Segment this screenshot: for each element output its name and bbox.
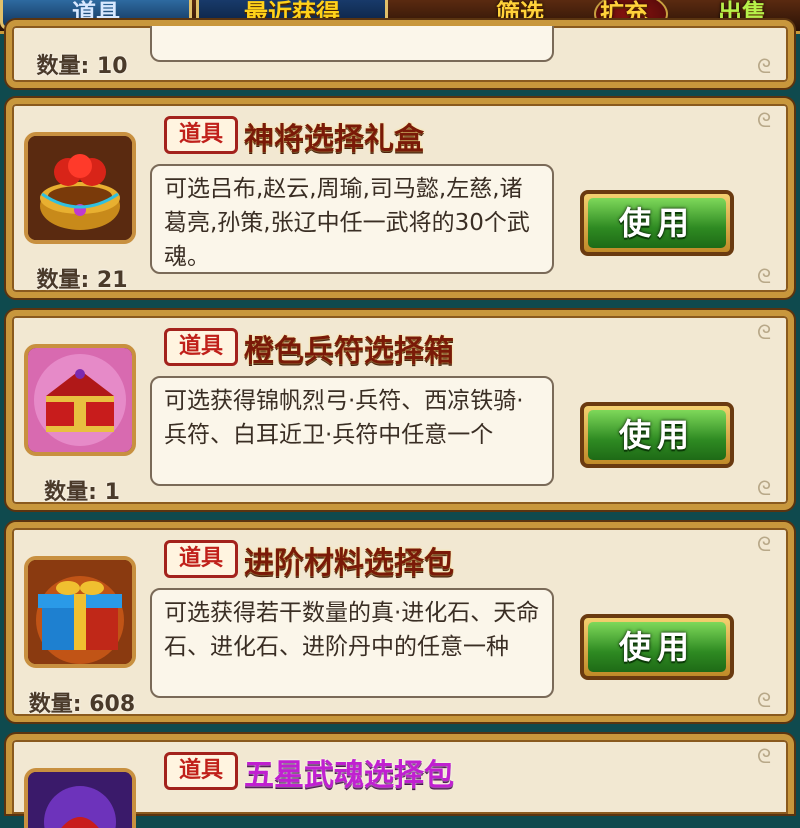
use-button[interactable]: 使用 — [580, 402, 734, 468]
red-treasure-chest-icon — [28, 348, 132, 452]
item-qty: 数量: 608 — [28, 692, 136, 717]
item-name: 橙色兵符选择箱 — [244, 334, 454, 369]
item-tag: 道具 — [164, 540, 238, 578]
item-name: 神将选择礼盒 — [244, 122, 424, 157]
item-description: 可选获得若干数量的真·进化石、天命石、进化石、进阶丹中的任意一种 — [150, 588, 554, 698]
corner-swirl-icon: ᘓ — [756, 264, 772, 288]
item-card: 数量: 608 道具 进阶材料选择包 可选获得若干数量的真·进化石、天命石、进化… — [6, 522, 794, 722]
purple-soul-pack-icon — [28, 772, 132, 828]
item-icon-frame[interactable] — [24, 132, 136, 244]
item-icon-frame[interactable] — [24, 768, 136, 828]
red-gold-gift-chest-icon — [28, 136, 132, 240]
item-tag: 道具 — [164, 116, 238, 154]
corner-swirl-icon: ᘓ — [756, 532, 772, 556]
corner-swirl-icon: ᘓ — [756, 320, 772, 344]
corner-swirl-icon: ᘓ — [756, 476, 772, 500]
item-qty: 数量: 21 — [36, 268, 128, 293]
item-name: 进阶材料选择包 — [244, 546, 454, 581]
item-description: 可选获得锦帆烈弓·兵符、西凉铁骑·兵符、白耳近卫·兵符中任意一个 — [150, 376, 554, 486]
item-card-partial: 数量: 10 ᘓ — [6, 20, 794, 88]
blue-gift-box-icon — [28, 560, 132, 664]
use-button[interactable]: 使用 — [580, 614, 734, 680]
use-button-label: 使用 — [588, 410, 726, 460]
corner-swirl-icon: ᘓ — [756, 744, 772, 768]
corner-swirl-icon: ᘓ — [756, 688, 772, 712]
item-icon-frame[interactable] — [24, 556, 136, 668]
use-button-label: 使用 — [588, 622, 726, 672]
corner-swirl-icon: ᘓ — [756, 54, 772, 78]
item-card: 道具 五星武魂选择包 ᘓ — [6, 734, 794, 828]
item-tag: 道具 — [164, 328, 238, 366]
use-button[interactable]: 使用 — [580, 190, 734, 256]
item-card: 数量: 21 道具 神将选择礼盒 可选吕布,赵云,周瑜,司马懿,左慈,诸葛亮,孙… — [6, 98, 794, 298]
item-card: 数量: 1 道具 橙色兵符选择箱 可选获得锦帆烈弓·兵符、西凉铁骑·兵符、白耳近… — [6, 310, 794, 510]
item-desc-box-partial — [150, 26, 554, 62]
corner-swirl-icon: ᘓ — [756, 108, 772, 132]
item-qty: 数量: 1 — [44, 480, 120, 505]
item-qty: 数量: 10 — [36, 54, 128, 79]
item-tag: 道具 — [164, 752, 238, 790]
item-description: 可选吕布,赵云,周瑜,司马懿,左慈,诸葛亮,孙策,张辽中任一武将的30个武魂。 — [150, 164, 554, 274]
item-name: 五星武魂选择包 — [244, 758, 454, 793]
item-icon-frame[interactable] — [24, 344, 136, 456]
use-button-label: 使用 — [588, 198, 726, 248]
